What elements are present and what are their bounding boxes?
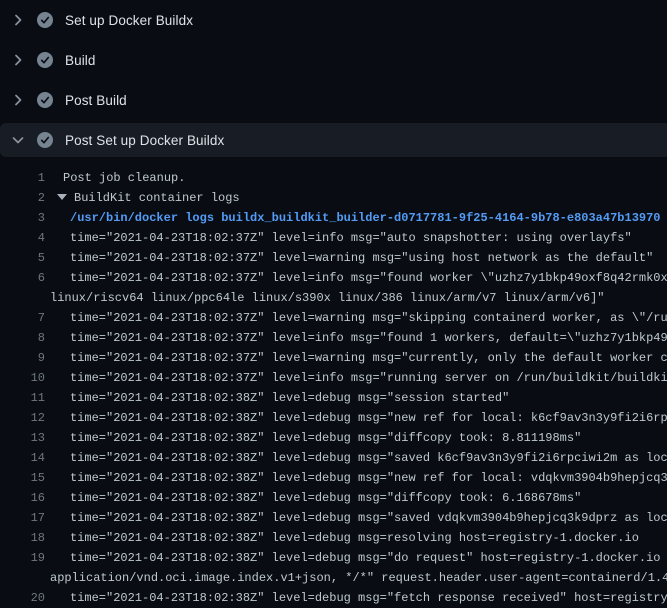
log-line-number[interactable]: 20: [0, 588, 45, 608]
log-line-number[interactable]: 13: [0, 428, 45, 448]
log-row: 18 time="2021-04-23T18:02:38Z" level=deb…: [0, 528, 667, 548]
log-line-number[interactable]: 1: [0, 168, 45, 188]
step-header-post-set-up-docker-buildx[interactable]: Post Set up Docker Buildx: [0, 123, 667, 157]
log-row: 20 time="2021-04-23T18:02:38Z" level=deb…: [0, 588, 667, 608]
log-line-text: /usr/bin/docker logs buildx_buildkit_bui…: [50, 208, 661, 228]
log-line-number: [0, 288, 45, 308]
log-line-text: time="2021-04-23T18:02:38Z" level=debug …: [50, 388, 509, 408]
log-line-text: time="2021-04-23T18:02:38Z" level=debug …: [50, 428, 581, 448]
log-row: 8 time="2021-04-23T18:02:37Z" level=info…: [0, 328, 667, 348]
log-row: application/vnd.oci.image.index.v1+json,…: [0, 568, 667, 588]
log-row: 10 time="2021-04-23T18:02:37Z" level=inf…: [0, 368, 667, 388]
log-row: 2 BuildKit container logs: [0, 188, 667, 208]
log-line-text: application/vnd.oci.image.index.v1+json,…: [50, 568, 667, 588]
log-group-toggle[interactable]: BuildKit container logs: [50, 188, 240, 208]
log-line-number[interactable]: 5: [0, 248, 45, 268]
log-line-text: time="2021-04-23T18:02:37Z" level=info m…: [50, 368, 667, 388]
step-title: Set up Docker Buildx: [65, 13, 193, 28]
log-line-number[interactable]: 4: [0, 228, 45, 248]
group-expanded-triangle-icon: [57, 194, 67, 200]
log-row: 17 time="2021-04-23T18:02:38Z" level=deb…: [0, 508, 667, 528]
step-header-build[interactable]: Build: [0, 40, 667, 80]
log-line-number[interactable]: 15: [0, 468, 45, 488]
log-line-text: time="2021-04-23T18:02:37Z" level=warnin…: [50, 248, 653, 268]
log-row: 15 time="2021-04-23T18:02:38Z" level=deb…: [0, 468, 667, 488]
check-circle-icon: [37, 132, 53, 148]
step-title: Post Set up Docker Buildx: [65, 133, 224, 148]
log-line-number[interactable]: 19: [0, 548, 45, 568]
log-line-text: time="2021-04-23T18:02:38Z" level=debug …: [50, 548, 667, 568]
log-line-number[interactable]: 11: [0, 388, 45, 408]
log-row: 19 time="2021-04-23T18:02:38Z" level=deb…: [0, 548, 667, 568]
log-row: 1 Post job cleanup.: [0, 168, 667, 188]
log-line-number[interactable]: 9: [0, 348, 45, 368]
log-line-text: time="2021-04-23T18:02:37Z" level=warnin…: [50, 348, 667, 368]
log-line-text: time="2021-04-23T18:02:37Z" level=info m…: [50, 228, 632, 248]
check-circle-icon: [37, 92, 53, 108]
log-line-number[interactable]: 12: [0, 408, 45, 428]
log-line-number[interactable]: 7: [0, 308, 45, 328]
log-line-text: time="2021-04-23T18:02:37Z" level=warnin…: [50, 308, 667, 328]
log-line-text: time="2021-04-23T18:02:38Z" level=debug …: [50, 448, 667, 468]
log-row: 9 time="2021-04-23T18:02:37Z" level=warn…: [0, 348, 667, 368]
log-row: 16 time="2021-04-23T18:02:38Z" level=deb…: [0, 488, 667, 508]
log-line-number: [0, 568, 45, 588]
log-panel: 1 Post job cleanup. 2 BuildKit container…: [0, 160, 667, 608]
log-row: 7 time="2021-04-23T18:02:37Z" level=warn…: [0, 308, 667, 328]
log-line-text: time="2021-04-23T18:02:38Z" level=debug …: [50, 408, 667, 428]
log-line-number[interactable]: 3: [0, 208, 45, 228]
log-line-text: time="2021-04-23T18:02:37Z" level=info m…: [50, 268, 667, 288]
actions-log-viewer: { "colors": { "page_bg": "#090d13", "ban…: [0, 0, 667, 600]
log-row: 6 time="2021-04-23T18:02:37Z" level=info…: [0, 268, 667, 288]
log-line-text: time="2021-04-23T18:02:38Z" level=debug …: [50, 508, 667, 528]
steps-list: Set up Docker Buildx Build Post Build: [0, 0, 667, 157]
log-line-number[interactable]: 17: [0, 508, 45, 528]
log-row: 3 /usr/bin/docker logs buildx_buildkit_b…: [0, 208, 667, 228]
log-line-text: time="2021-04-23T18:02:38Z" level=debug …: [50, 468, 667, 488]
log-line-text: time="2021-04-23T18:02:38Z" level=debug …: [50, 528, 639, 548]
step-title: Build: [65, 53, 96, 68]
log-row: 12 time="2021-04-23T18:02:38Z" level=deb…: [0, 408, 667, 428]
step-header-post-build[interactable]: Post Build: [0, 80, 667, 120]
chevron-right-icon: [10, 52, 26, 68]
log-line-number[interactable]: 8: [0, 328, 45, 348]
log-line-text: time="2021-04-23T18:02:38Z" level=debug …: [50, 588, 667, 608]
log-row: 11 time="2021-04-23T18:02:38Z" level=deb…: [0, 388, 667, 408]
step-header-set-up-docker-buildx[interactable]: Set up Docker Buildx: [0, 0, 667, 40]
log-line-text: Post job cleanup.: [50, 168, 185, 188]
log-line-number[interactable]: 10: [0, 368, 45, 388]
log-line-number[interactable]: 14: [0, 448, 45, 468]
log-row: 4 time="2021-04-23T18:02:37Z" level=info…: [0, 228, 667, 248]
log-line-text: time="2021-04-23T18:02:38Z" level=debug …: [50, 488, 581, 508]
log-line-text: time="2021-04-23T18:02:37Z" level=info m…: [50, 328, 667, 348]
log-line-number[interactable]: 2: [0, 188, 45, 208]
check-circle-icon: [37, 52, 53, 68]
log-line-number[interactable]: 6: [0, 268, 45, 288]
log-row: 14 time="2021-04-23T18:02:38Z" level=deb…: [0, 448, 667, 468]
log-line-number[interactable]: 18: [0, 528, 45, 548]
chevron-right-icon: [10, 12, 26, 28]
log-row: linux/riscv64 linux/ppc64le linux/s390x …: [0, 288, 667, 308]
log-row: 13 time="2021-04-23T18:02:38Z" level=deb…: [0, 428, 667, 448]
log-line-number[interactable]: 16: [0, 488, 45, 508]
chevron-down-icon: [10, 132, 26, 148]
check-circle-icon: [37, 12, 53, 28]
log-line-text: linux/riscv64 linux/ppc64le linux/s390x …: [50, 288, 605, 308]
log-row: 5 time="2021-04-23T18:02:37Z" level=warn…: [0, 248, 667, 268]
step-title: Post Build: [65, 93, 127, 108]
chevron-right-icon: [10, 92, 26, 108]
